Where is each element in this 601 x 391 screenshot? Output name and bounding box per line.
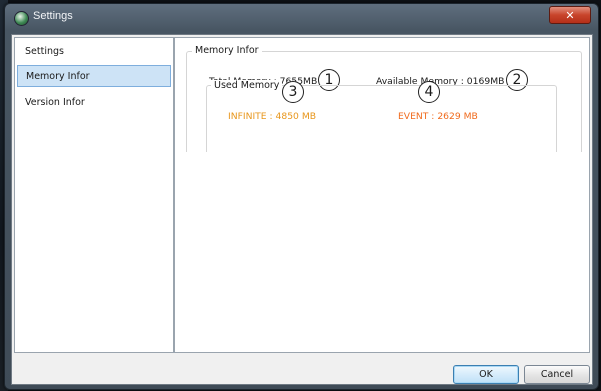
infinite-memory-text: INFINITE : 4850 MB [228, 111, 317, 122]
ok-button[interactable]: OK [453, 365, 519, 384]
app-icon [14, 11, 29, 26]
nav-item-settings[interactable]: Settings [17, 41, 171, 63]
memory-infor-legend: Memory Infor [192, 45, 262, 56]
used-memory-legend: Used Memory [211, 80, 283, 91]
title-bar[interactable]: Settings ✕ [5, 4, 598, 32]
nav-item-memory-infor[interactable]: Memory Infor [17, 65, 171, 87]
callout-3: 3 [282, 81, 304, 103]
callout-4: 4 [418, 81, 440, 103]
event-memory-text: EVENT : 2629 MB [398, 111, 478, 122]
cancel-button[interactable]: Cancel [524, 365, 590, 384]
window-title: Settings [33, 10, 73, 22]
panel-empty-area [175, 152, 589, 352]
close-button[interactable]: ✕ [549, 6, 591, 24]
settings-nav-list: Settings Memory Infor Version Infor [14, 37, 174, 353]
nav-item-version-infor[interactable]: Version Infor [17, 92, 171, 114]
settings-client-area: Settings Memory Infor Version Infor Memo… [11, 34, 593, 385]
memory-info-panel: Memory Infor Total Memory : 7655MB 1 Ava… [174, 37, 590, 353]
settings-window: Settings ✕ Settings Memory Infor Version… [4, 3, 599, 390]
